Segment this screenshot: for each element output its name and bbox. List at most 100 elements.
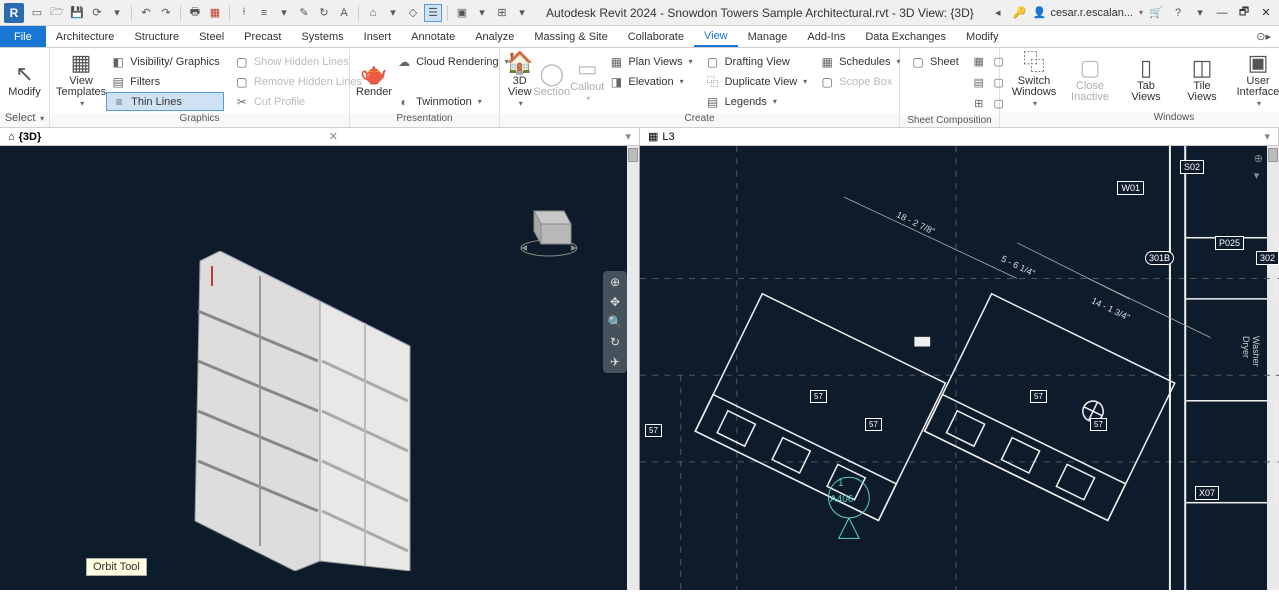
render-button[interactable]: 🫖Render [356, 50, 392, 110]
callout-number[interactable]: 1 [838, 478, 844, 489]
tab-analyze[interactable]: Analyze [465, 26, 524, 47]
help-icon[interactable]: ? [1169, 4, 1187, 22]
tab-massing[interactable]: Massing & Site [524, 26, 617, 47]
twinmotion-button[interactable]: ◐Twinmotion▾ [392, 92, 513, 111]
qat-nav-icon[interactable]: ◇ [404, 4, 422, 22]
qat-sync-icon[interactable]: ⟳ [88, 4, 106, 22]
help-dropdown-icon[interactable]: ▾ [1191, 4, 1209, 22]
sheet-button[interactable]: ▢Sheet [906, 52, 963, 71]
search-icon[interactable]: ◂ [989, 4, 1007, 22]
qat-window-icon[interactable]: ▣ [453, 4, 471, 22]
panel-select-title[interactable]: Select ▾ [0, 112, 49, 127]
cloud-rendering-button[interactable]: ☁Cloud Rendering▾ [392, 52, 513, 71]
tab-precast[interactable]: Precast [234, 26, 291, 47]
qat-open-icon[interactable]: ▭ [28, 4, 46, 22]
tag-302[interactable]: 302 [1256, 251, 1279, 265]
schedules-button[interactable]: ▦Schedules▾ [815, 52, 904, 71]
qat-spin-icon[interactable]: ↻ [315, 4, 333, 22]
minimize-button[interactable]: — [1213, 4, 1231, 22]
tab-manage[interactable]: Manage [738, 26, 798, 47]
sheet-icon-3[interactable]: ⊞ [969, 94, 989, 113]
view-tab-3d[interactable]: ⌂ {3D} ✕ ▾ [0, 128, 640, 145]
callout-sheet[interactable]: A406 [830, 494, 853, 505]
qat-tag-icon[interactable]: ✎ [295, 4, 313, 22]
tab-annotate[interactable]: Annotate [401, 26, 465, 47]
qat-tree-icon[interactable]: ☰ [424, 4, 442, 22]
duplicate-view-button[interactable]: ⿻Duplicate View▾ [701, 72, 812, 91]
tab-dropdown-icon[interactable]: ▾ [625, 130, 631, 143]
tab-dropdown-icon-2[interactable]: ▾ [1264, 130, 1270, 143]
qat-text-icon[interactable]: A [335, 4, 353, 22]
tag-57-3[interactable]: 57 [1030, 390, 1047, 403]
view-tab-l3[interactable]: ▦ L3 ▾ [640, 128, 1279, 145]
plan-zoom-icon[interactable]: ▾ [1254, 169, 1263, 182]
qat-dropdown2-icon[interactable]: ▾ [275, 4, 293, 22]
close-tab-icon[interactable]: ✕ [329, 130, 338, 143]
scrollbar-left[interactable] [627, 146, 639, 590]
tab-dataexchanges[interactable]: Data Exchanges [855, 26, 956, 47]
qat-redo-icon[interactable]: ↷ [157, 4, 175, 22]
tag-57-1[interactable]: 57 [810, 390, 827, 403]
legends-button[interactable]: ▤Legends▾ [701, 92, 812, 111]
tag-p025[interactable]: P025 [1215, 236, 1244, 250]
panel-graphics-title[interactable]: Graphics [50, 113, 349, 127]
tab-views-button[interactable]: ▯Tab Views [1118, 50, 1174, 110]
drafting-view-button[interactable]: ▢Drafting View [701, 52, 812, 71]
sheet-icon-2[interactable]: ▤ [969, 73, 989, 92]
view-templates-button[interactable]: ▦View Templates▾ [56, 50, 106, 110]
tab-structure[interactable]: Structure [124, 26, 189, 47]
compass-icon[interactable]: ⊕ [1254, 152, 1263, 165]
tab-modify[interactable]: Modify [956, 26, 1008, 47]
qat-home-icon[interactable]: ⌂ [364, 4, 382, 22]
qat-dropdown-icon[interactable]: ▾ [108, 4, 126, 22]
qat-grid-icon[interactable]: ⊞ [493, 4, 511, 22]
tab-addins[interactable]: Add-Ins [797, 26, 855, 47]
switch-windows-button[interactable]: ⿻Switch Windows▾ [1006, 50, 1062, 110]
play-icon[interactable]: ⊙▸ [1256, 30, 1271, 43]
qat-dropdown5-icon[interactable]: ▾ [513, 4, 531, 22]
tag-301b[interactable]: 301B [1145, 251, 1174, 265]
steering-wheel-icon[interactable]: ⊕ [610, 275, 620, 289]
elevation-button[interactable]: ◨Elevation▾ [604, 72, 696, 91]
tag-57-4[interactable]: 57 [1090, 418, 1107, 431]
restore-button[interactable]: 🗗 [1235, 4, 1253, 22]
tab-steel[interactable]: Steel [189, 26, 234, 47]
thin-lines-button[interactable]: ≡Thin Lines [106, 92, 224, 111]
visibility-graphics-button[interactable]: ◧Visibility/ Graphics [106, 52, 224, 71]
qat-open-folder-icon[interactable]: 🗁 [48, 4, 66, 22]
modify-button[interactable]: ↖Modify [6, 50, 43, 110]
tag-x07[interactable]: X07 [1195, 486, 1219, 500]
user-account[interactable]: 👤 cesar.r.escalan... ▾ [1033, 6, 1143, 19]
viewport-plan[interactable]: S02 W01 301B P025 302 X07 57 57 57 57 57… [640, 146, 1279, 590]
qat-dropdown3-icon[interactable]: ▾ [384, 4, 402, 22]
qat-dropdown4-icon[interactable]: ▾ [473, 4, 491, 22]
tile-views-button[interactable]: ◫Tile Views [1174, 50, 1230, 110]
qat-align-icon[interactable]: ≡ [255, 4, 273, 22]
qat-measure-icon[interactable]: ⟊ [235, 4, 253, 22]
sheet-icon-1[interactable]: ▦ [969, 52, 989, 71]
filters-button[interactable]: ▤Filters [106, 72, 224, 91]
qat-print-icon[interactable]: 🖶 [186, 4, 204, 22]
tab-insert[interactable]: Insert [354, 26, 402, 47]
qat-pdf-icon[interactable]: ▦ [206, 4, 224, 22]
pan-icon[interactable]: ✥ [610, 295, 620, 309]
tab-file[interactable]: File [0, 26, 46, 47]
zoom-icon[interactable]: 🔍 [608, 315, 623, 329]
tag-w01[interactable]: W01 [1117, 181, 1144, 195]
user-interface-button[interactable]: ▣User Interface▾ [1230, 50, 1279, 110]
cart-icon[interactable]: 🛒 [1147, 4, 1165, 22]
key-icon[interactable]: 🔑 [1011, 4, 1029, 22]
tab-view[interactable]: View [694, 26, 738, 47]
close-button[interactable]: ✕ [1257, 4, 1275, 22]
tag-57-5[interactable]: 57 [645, 424, 662, 437]
tab-systems[interactable]: Systems [291, 26, 353, 47]
navigation-bar-3d[interactable]: ⊕ ✥ 🔍 ↻ ✈ [603, 271, 627, 373]
send-icon[interactable]: ✈ [610, 355, 620, 369]
orbit-icon[interactable]: ↻ [610, 335, 620, 349]
plan-views-button[interactable]: ▦Plan Views▾ [604, 52, 696, 71]
viewport-3d[interactable]: ⊕ ✥ 🔍 ↻ ✈ [0, 146, 640, 590]
tab-collaborate[interactable]: Collaborate [618, 26, 694, 47]
view-cube[interactable] [509, 186, 589, 266]
tag-57-2[interactable]: 57 [865, 418, 882, 431]
3d-view-button[interactable]: 🏠3D View▾ [506, 50, 533, 110]
